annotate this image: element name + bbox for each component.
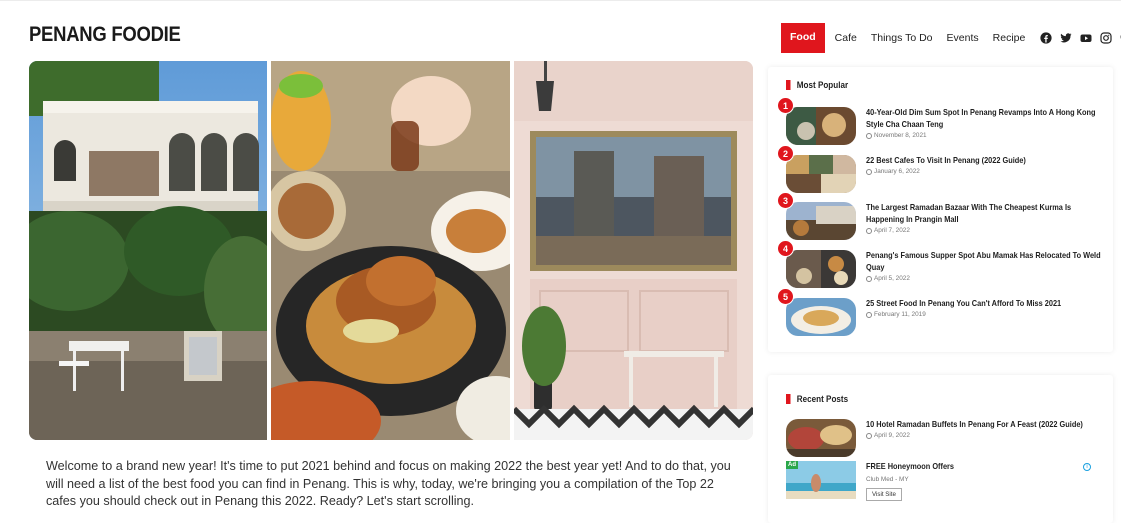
clock-icon [866,432,872,439]
most-popular-widget: Most Popular 1 40-Year-Old Dim Sum Spot … [768,67,1113,352]
instagram-icon[interactable] [1100,32,1112,44]
popular-item-title[interactable]: 40-Year-Old Dim Sum Spot In Penang Revam… [866,107,1101,131]
popular-item-date: January 6, 2022 [866,168,1101,175]
site-logo[interactable]: PENANG FOODIE [29,23,181,47]
widget-title: Recent Posts [786,394,848,404]
visit-site-button[interactable]: Visit Site [866,488,902,501]
ad-title[interactable]: FREE Honeymoon Offers [866,461,1101,473]
popular-item-title[interactable]: 25 Street Food In Penang You Can't Affor… [866,298,1101,310]
ad-item[interactable]: Ad FREE Honeymoon Offers Club Med - MY V… [786,461,1106,511]
popular-item[interactable]: 1 40-Year-Old Dim Sum Spot In Penang Rev… [777,97,1106,147]
popular-item-date: April 5, 2022 [866,275,1101,282]
recent-post-item[interactable]: 10 Hotel Ramadan Buffets In Penang For A… [786,419,1106,459]
clock-icon [866,132,872,139]
main-nav: Food Cafe Things To Do Events Recipe [781,23,1121,53]
popular-item[interactable]: 5 25 Street Food In Penang You Can't Aff… [777,288,1106,338]
rank-badge: 3 [777,192,794,209]
popular-item[interactable]: 3 The Largest Ramadan Bazaar With The Ch… [777,192,1106,242]
hero-image-chicken-waffle [271,61,510,440]
facebook-icon[interactable] [1040,32,1052,44]
popular-thumbnail[interactable] [786,155,856,193]
hero-image-collage [29,61,753,440]
clock-icon [866,275,872,282]
recent-posts-widget: Recent Posts 10 Hotel Ramadan Buffets In… [768,375,1113,523]
popular-item-title[interactable]: The Largest Ramadan Bazaar With The Chea… [866,202,1101,226]
popular-thumbnail[interactable] [786,107,856,145]
clock-icon [866,168,872,175]
popular-thumbnail[interactable] [786,298,856,336]
ad-info-icon[interactable]: i [1083,463,1091,471]
popular-item-date: February 11, 2019 [866,311,1101,318]
clock-icon [866,227,872,234]
popular-item-title[interactable]: 22 Best Cafes To Visit In Penang (2022 G… [866,155,1101,167]
clock-icon [866,311,872,318]
popular-item-date: April 7, 2022 [866,227,1101,234]
widget-title: Most Popular [786,80,848,90]
ad-badge: Ad [786,461,798,469]
ad-advertiser: Club Med - MY [866,476,909,483]
recent-post-date: April 9, 2022 [866,432,1101,439]
youtube-icon[interactable] [1080,32,1092,44]
popular-item-date: November 8, 2021 [866,132,1101,139]
rank-badge: 1 [777,97,794,114]
hero-image-white-building-cafe [29,61,267,440]
article-intro: Welcome to a brand new year! It's time t… [46,459,731,508]
nav-item-recipe[interactable]: Recipe [986,24,1033,52]
social-icons [1040,32,1121,44]
rank-badge: 4 [777,240,794,257]
recent-post-thumbnail[interactable] [786,419,856,457]
popular-thumbnail[interactable] [786,250,856,288]
popular-item[interactable]: 4 Penang's Famous Supper Spot Abu Mamak … [777,240,1106,290]
popular-item[interactable]: 2 22 Best Cafes To Visit In Penang (2022… [777,145,1106,195]
nav-item-things-to-do[interactable]: Things To Do [864,24,940,52]
nav-item-events[interactable]: Events [940,24,986,52]
nav-item-cafe[interactable]: Cafe [828,24,864,52]
hero-image-pink-cafe-storefront [514,61,753,440]
twitter-icon[interactable] [1060,32,1072,44]
rank-badge: 2 [777,145,794,162]
nav-item-food[interactable]: Food [781,23,825,53]
recent-post-title[interactable]: 10 Hotel Ramadan Buffets In Penang For A… [866,419,1101,431]
popular-thumbnail[interactable] [786,202,856,240]
rank-badge: 5 [777,288,794,305]
popular-item-title[interactable]: Penang's Famous Supper Spot Abu Mamak Ha… [866,250,1101,274]
